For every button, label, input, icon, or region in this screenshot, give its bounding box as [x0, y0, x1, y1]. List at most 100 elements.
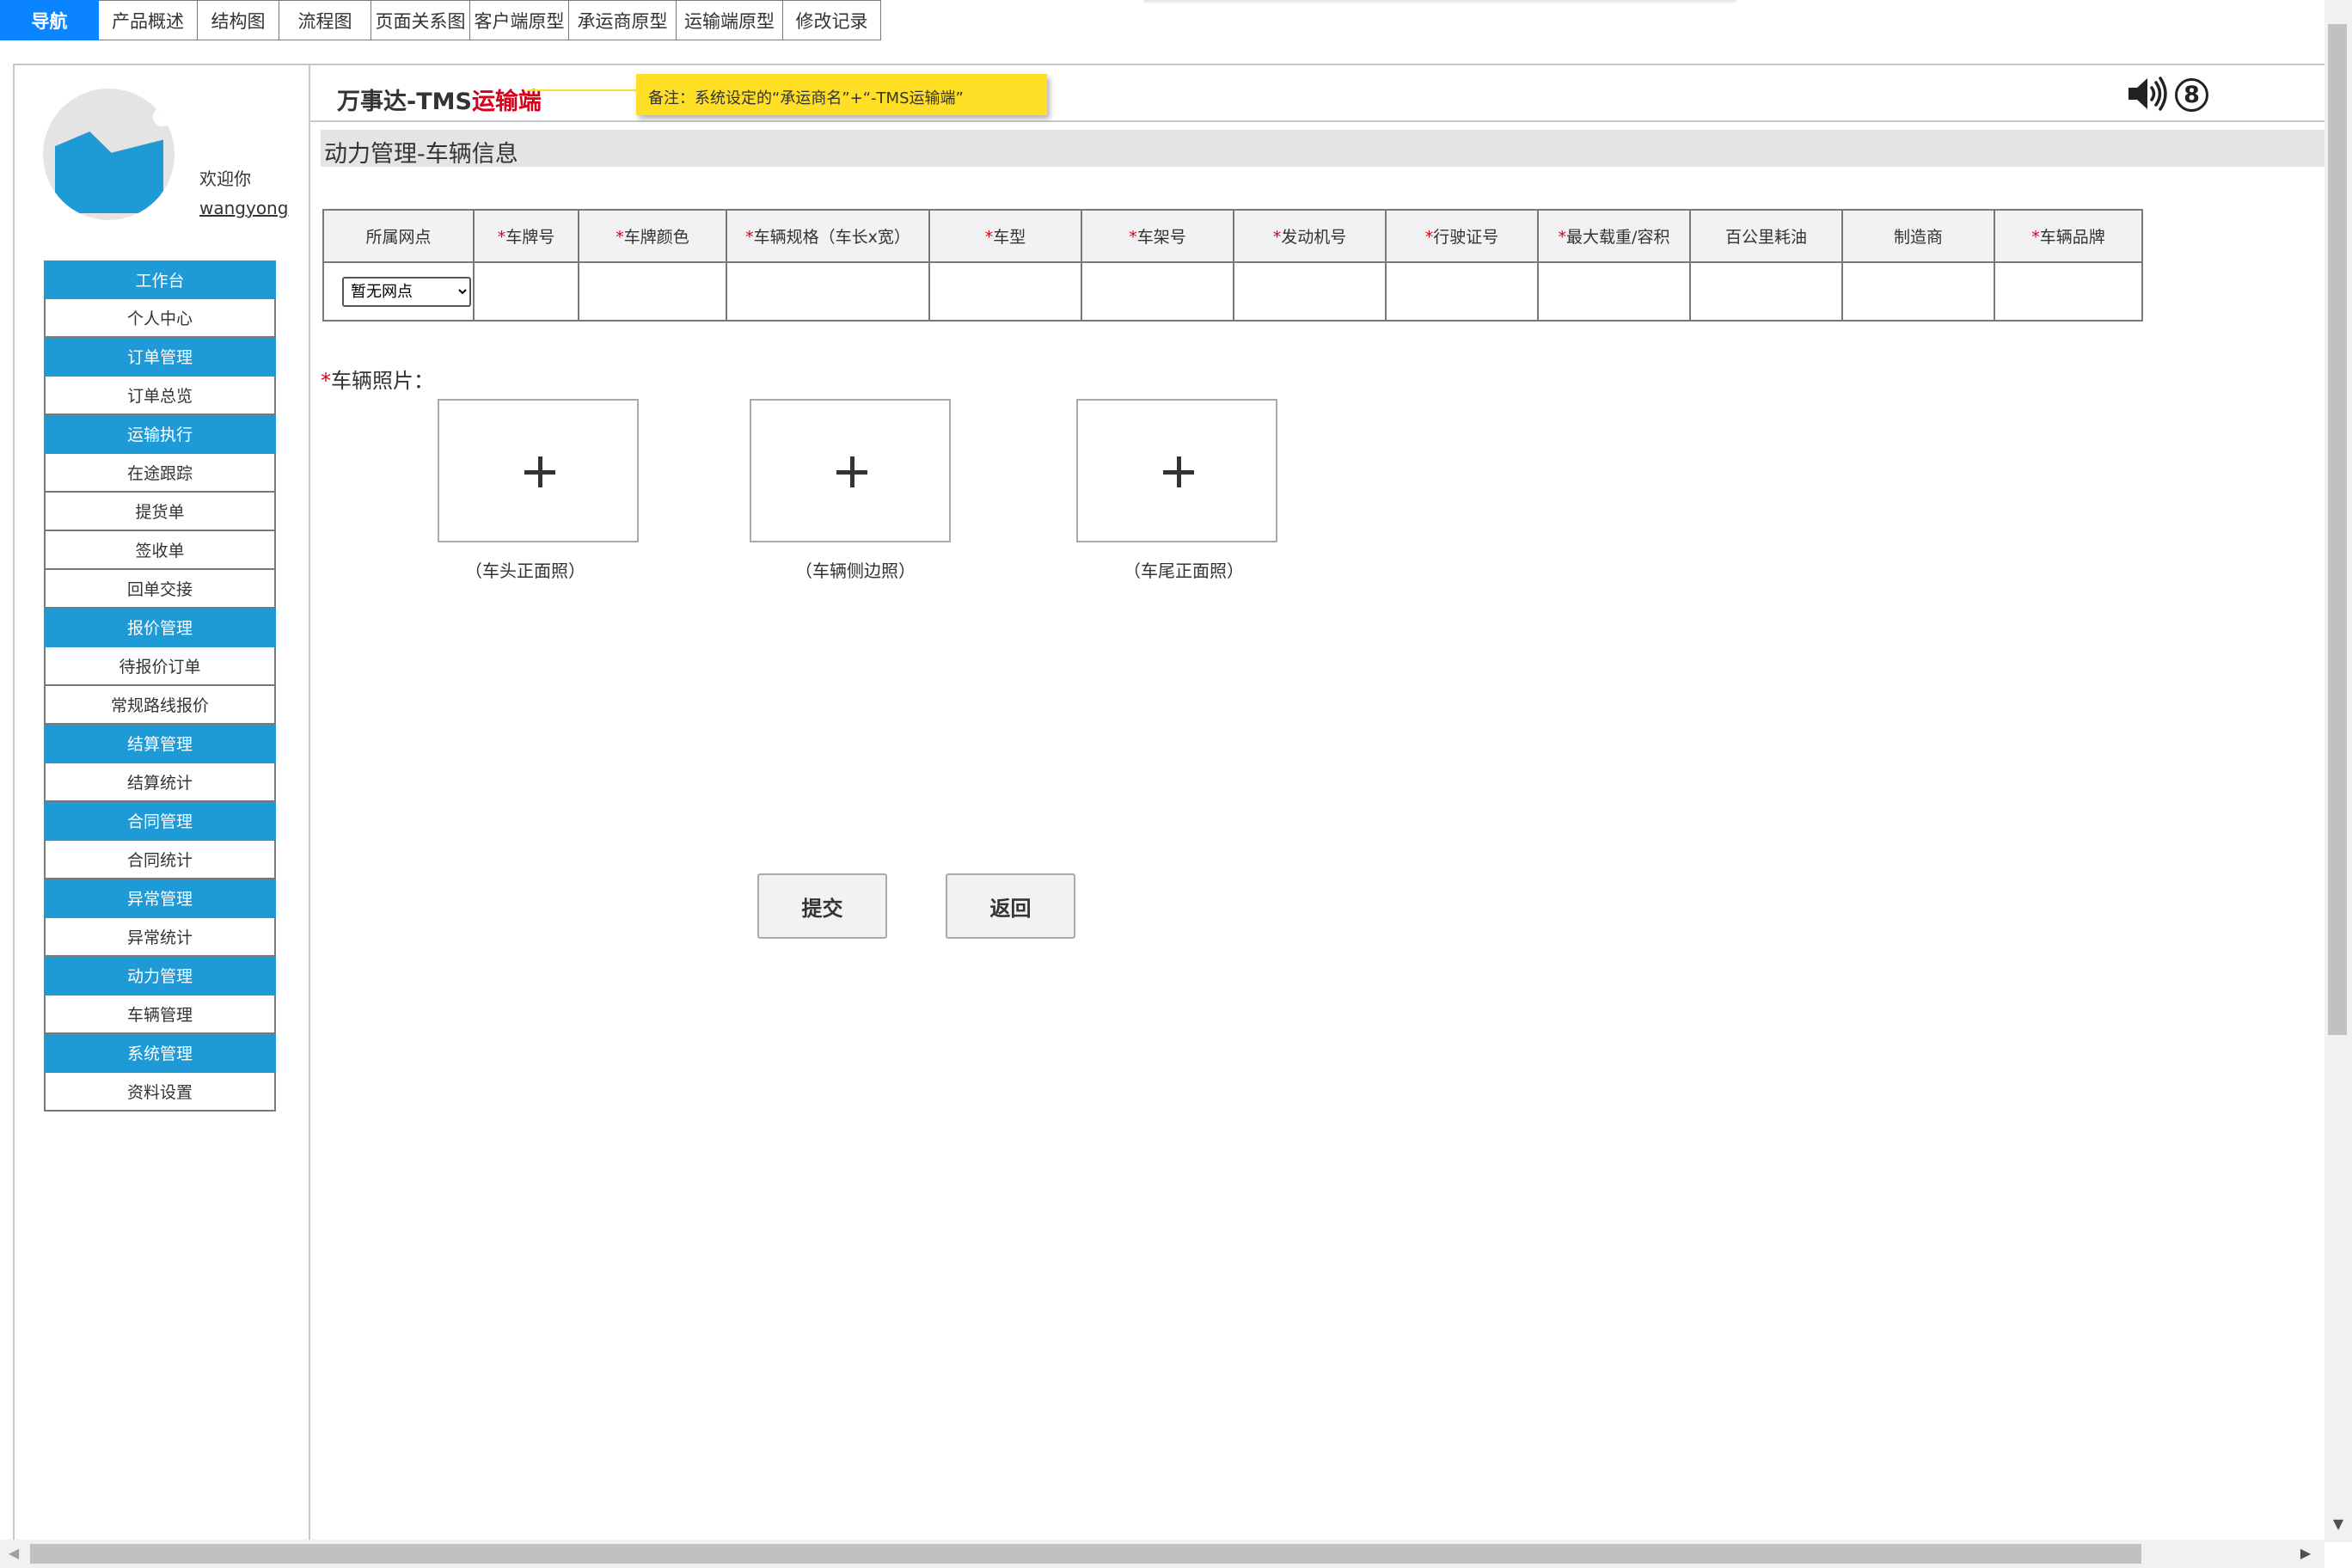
nav-tab-structure[interactable]: 结构图 [198, 0, 279, 40]
app-title: 万事达-TMS运输端 [337, 83, 542, 116]
col-label: 车牌颜色 [623, 228, 689, 247]
welcome-text: 欢迎你 [199, 168, 251, 189]
avatar-image-icon [55, 132, 163, 213]
col-label: 车辆规格（车长x宽） [753, 228, 910, 247]
required-mark: * [1272, 228, 1282, 247]
username-link[interactable]: wangyong [199, 198, 288, 218]
required-mark: * [2031, 228, 2040, 247]
cell-site: 暂无网点 [322, 261, 475, 322]
plus-icon-vertical [1177, 456, 1181, 487]
vehicle-photos-label: *车辆照片： [321, 364, 434, 394]
app-title-accent: 运输端 [471, 89, 542, 115]
table-header-row: 所属网点 *车牌号 *车牌颜色 *车辆规格（车长x宽） *车型 *车架号 *发动… [322, 209, 2143, 263]
required-mark: * [321, 369, 331, 393]
cell-frame-no[interactable] [1081, 261, 1234, 322]
sidebar-item-pending-quotes[interactable]: 待报价订单 [44, 647, 276, 686]
cell-vehicle-type[interactable] [928, 261, 1082, 322]
cell-manufacturer[interactable] [1841, 261, 1995, 322]
avatar[interactable] [43, 89, 175, 220]
submit-button[interactable]: 提交 [757, 873, 887, 939]
required-mark: * [1558, 228, 1567, 247]
sidebar-group-quotes[interactable]: 报价管理 [44, 609, 276, 647]
vertical-scrollbar-thumb[interactable] [2328, 24, 2347, 1035]
arrow-down-icon[interactable]: ▼ [2327, 1513, 2349, 1535]
sidebar-group-power[interactable]: 动力管理 [44, 957, 276, 995]
vehicle-info-table: 所属网点 *车牌号 *车牌颜色 *车辆规格（车长x宽） *车型 *车架号 *发动… [322, 209, 2143, 322]
required-mark: * [1129, 228, 1137, 247]
col-label: 车架号 [1136, 228, 1186, 247]
sidebar-group-workbench[interactable]: 工作台 [44, 260, 276, 299]
sidebar-group-system[interactable]: 系统管理 [44, 1034, 276, 1073]
speaker-icon[interactable] [2127, 76, 2170, 112]
cell-max-load[interactable] [1537, 261, 1691, 322]
sidebar-item-in-transit[interactable]: 在途跟踪 [44, 454, 276, 493]
sidebar-group-transport[interactable]: 运输执行 [44, 415, 276, 454]
sidebar-item-receipt-order[interactable]: 签收单 [44, 531, 276, 570]
nav-tab-product-overview[interactable]: 产品概述 [99, 0, 198, 40]
rear-photo-caption: （车尾正面照） [1124, 560, 1244, 581]
nav-tab-guide[interactable]: 导航 [0, 0, 99, 40]
cell-brand[interactable] [1994, 261, 2143, 322]
col-label: 车型 [993, 228, 1026, 247]
sidebar-menu: 工作台 个人中心 订单管理 订单总览 运输执行 在途跟踪 提货单 签收单 回单交… [44, 260, 276, 1112]
sidebar-item-return-handover[interactable]: 回单交接 [44, 570, 276, 609]
back-button[interactable]: 返回 [946, 873, 1075, 939]
plus-icon-vertical [850, 456, 854, 487]
nav-shadow [1143, 0, 1736, 5]
required-mark: * [497, 228, 506, 247]
upload-rear-photo[interactable] [1076, 399, 1277, 542]
required-mark: * [745, 228, 754, 247]
nav-tab-carrier-prototype[interactable]: 承运商原型 [569, 0, 677, 40]
required-mark: * [984, 228, 994, 247]
col-label: 制造商 [1893, 228, 1943, 247]
site-select[interactable]: 暂无网点 [342, 276, 471, 307]
page-title-bar: 动力管理-车辆信息 [321, 130, 2327, 168]
arrow-right-icon[interactable]: ▶ [2295, 1542, 2316, 1565]
header-divider [310, 120, 2327, 122]
upload-side-photo[interactable] [750, 399, 951, 542]
cell-engine-no[interactable] [1233, 261, 1387, 322]
cell-plate-color[interactable] [578, 261, 727, 322]
sidebar-item-order-overview[interactable]: 订单总览 [44, 377, 276, 415]
col-header-vehicle-spec: *车辆规格（车长x宽） [726, 209, 930, 263]
col-header-frame-no: *车架号 [1081, 209, 1234, 263]
upload-front-photo[interactable] [438, 399, 639, 542]
sidebar-group-orders[interactable]: 订单管理 [44, 338, 276, 377]
nav-tab-page-relations[interactable]: 页面关系图 [371, 0, 470, 40]
table-row: 暂无网点 [322, 261, 2143, 322]
front-photo-caption: （车头正面照） [465, 560, 585, 581]
col-label: 车辆品牌 [2039, 228, 2105, 247]
cell-license-no[interactable] [1385, 261, 1539, 322]
page-title: 动力管理-车辆信息 [324, 141, 518, 168]
sidebar-item-exception-stats[interactable]: 异常统计 [44, 918, 276, 957]
col-label: 最大载重/容积 [1566, 228, 1670, 247]
nav-tab-flowchart[interactable]: 流程图 [279, 0, 371, 40]
horizontal-scrollbar-thumb[interactable] [30, 1544, 2141, 1564]
cell-vehicle-spec[interactable] [726, 261, 930, 322]
sidebar-item-contract-stats[interactable]: 合同统计 [44, 841, 276, 879]
sidebar-group-settlement[interactable]: 结算管理 [44, 725, 276, 763]
sidebar-item-settlement-stats[interactable]: 结算统计 [44, 763, 276, 802]
sidebar-group-exceptions[interactable]: 异常管理 [44, 879, 276, 918]
nav-tab-changelog[interactable]: 修改记录 [783, 0, 881, 40]
col-header-fuel-consumption: 百公里耗油 [1689, 209, 1843, 263]
nav-tab-transport-prototype[interactable]: 运输端原型 [677, 0, 783, 40]
notification-count-badge[interactable]: 8 [2175, 78, 2208, 112]
col-header-vehicle-type: *车型 [928, 209, 1082, 263]
sidebar-item-route-quotes[interactable]: 常规路线报价 [44, 686, 276, 725]
col-header-plate-color: *车牌颜色 [578, 209, 727, 263]
nav-tab-client-prototype[interactable]: 客户端原型 [470, 0, 569, 40]
sidebar-item-vehicles[interactable]: 车辆管理 [44, 995, 276, 1034]
sidebar-item-pickup-order[interactable]: 提货单 [44, 493, 276, 531]
sidebar-item-personal-center[interactable]: 个人中心 [44, 299, 276, 338]
note-connector [528, 89, 638, 91]
col-header-site: 所属网点 [322, 209, 475, 263]
col-label: 所属网点 [365, 228, 432, 247]
cell-plate-no[interactable] [473, 261, 579, 322]
photos-label-text: 车辆照片： [331, 369, 434, 393]
sidebar-group-contracts[interactable]: 合同管理 [44, 802, 276, 841]
arrow-left-icon[interactable]: ◀ [3, 1542, 24, 1565]
required-mark: * [616, 228, 624, 247]
sidebar-item-profile-settings[interactable]: 资料设置 [44, 1073, 276, 1112]
cell-fuel-consumption[interactable] [1689, 261, 1843, 322]
